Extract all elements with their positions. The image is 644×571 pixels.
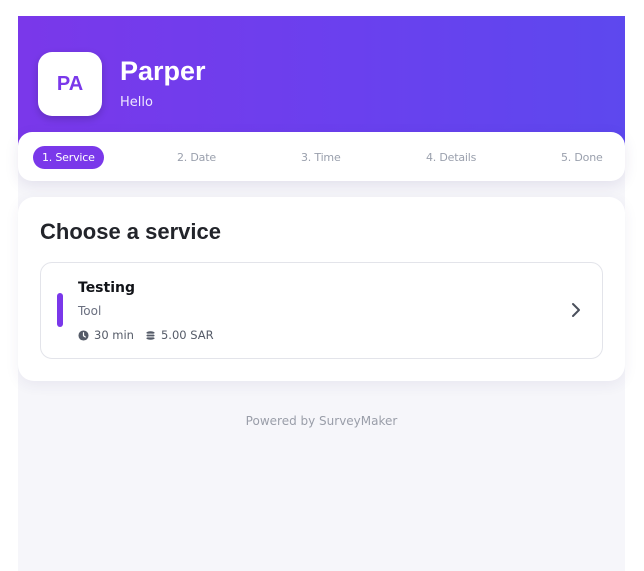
service-selection-card: Choose a service Testing Tool 30 min 5.0…: [18, 197, 625, 381]
header-banner: PA Parper Hello: [18, 16, 625, 148]
business-name: Parper: [120, 56, 206, 86]
step-details[interactable]: 4. Details: [426, 146, 476, 169]
service-duration: 30 min: [94, 328, 134, 342]
service-meta: 30 min 5.00 SAR: [78, 328, 214, 342]
step-progress: 1. Service 2. Date 3. Time 4. Details 5.…: [18, 132, 625, 181]
avatar-initials: PA: [56, 72, 84, 95]
step-done[interactable]: 5. Done: [561, 146, 603, 169]
booking-app: PA Parper Hello 1. Service 2. Date 3. Ti…: [18, 16, 625, 571]
business-tagline: Hello: [120, 95, 153, 110]
clock-icon: [78, 329, 89, 341]
avatar: PA: [38, 52, 102, 116]
chevron-right-icon[interactable]: [570, 302, 582, 318]
section-title: Choose a service: [40, 219, 221, 244]
step-service[interactable]: 1. Service: [33, 146, 104, 169]
service-accent-bar: [57, 293, 63, 327]
step-time[interactable]: 3. Time: [301, 146, 341, 169]
service-name: Testing: [78, 280, 135, 296]
service-category: Tool: [78, 304, 102, 318]
step-date[interactable]: 2. Date: [177, 146, 216, 169]
service-price: 5.00 SAR: [160, 328, 214, 342]
service-item-testing[interactable]: Testing Tool 30 min 5.00 SAR: [40, 262, 603, 359]
powered-by-footer: Powered by SurveyMaker: [245, 414, 398, 428]
coins-icon: [146, 330, 155, 340]
